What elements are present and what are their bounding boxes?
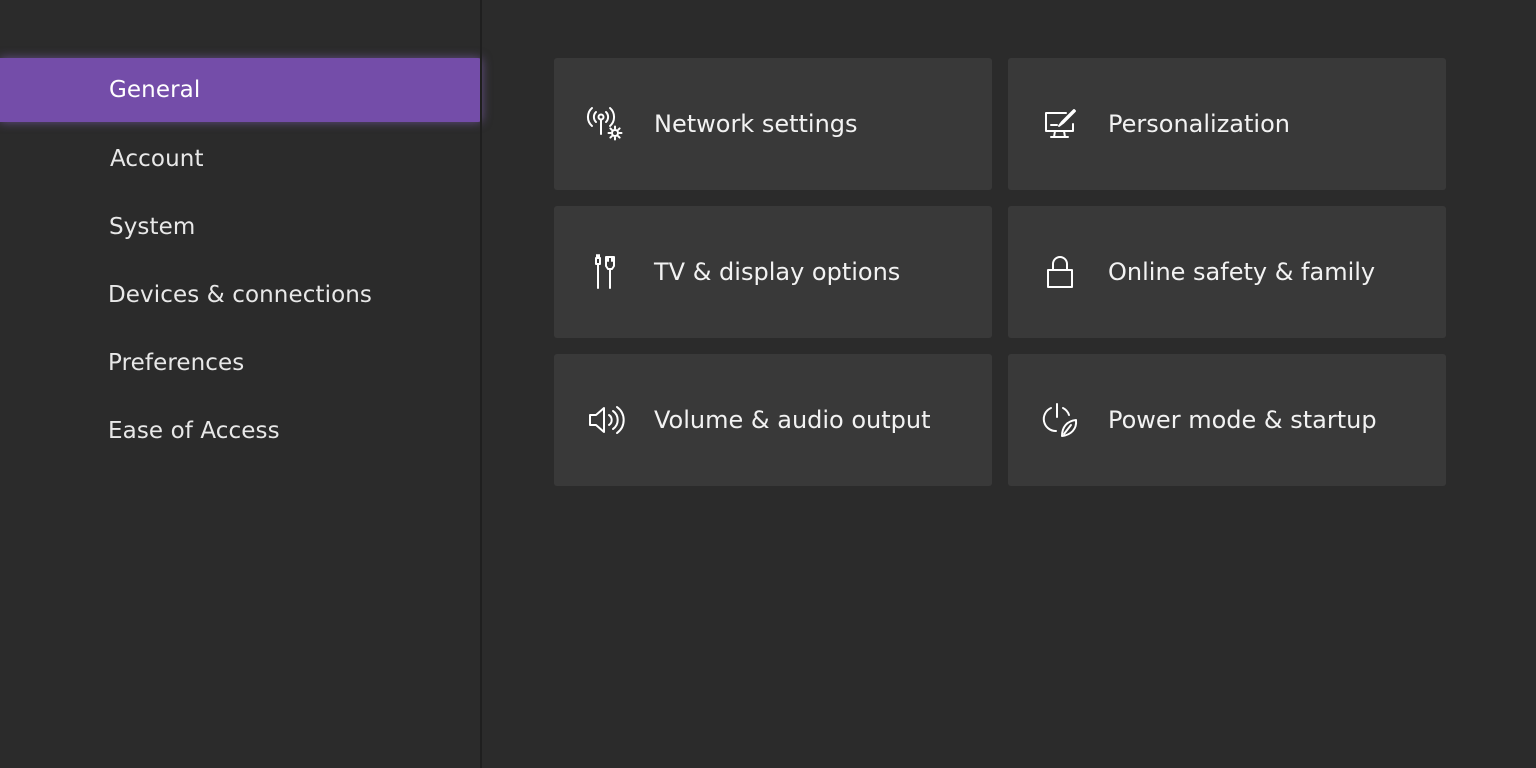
monitor-brush-icon xyxy=(1040,104,1080,144)
sidebar-item-preferences[interactable]: Preferences xyxy=(0,331,482,395)
tile-online-safety-family[interactable]: Online safety & family xyxy=(1008,206,1446,338)
tile-label: TV & display options xyxy=(654,258,901,286)
sidebar-item-devices-connections[interactable]: Devices & connections xyxy=(0,263,482,327)
tile-label: Network settings xyxy=(654,110,858,138)
tile-tv-display-options[interactable]: TV & display options xyxy=(554,206,992,338)
tile-label: Volume & audio output xyxy=(654,406,931,434)
sidebar-item-account[interactable]: Account xyxy=(0,127,482,191)
sidebar-item-label: Preferences xyxy=(108,350,245,376)
power-leaf-icon xyxy=(1040,400,1080,440)
sidebar-item-system[interactable]: System xyxy=(0,195,482,259)
tile-label: Online safety & family xyxy=(1108,258,1376,286)
sidebar-item-general[interactable]: General xyxy=(0,58,482,122)
tile-power-mode-startup[interactable]: Power mode & startup xyxy=(1008,354,1446,486)
lock-icon xyxy=(1040,252,1080,292)
hdmi-cable-icon xyxy=(586,252,626,292)
sidebar-item-label: Account xyxy=(110,146,204,172)
settings-screen: General Account System Devices & connect… xyxy=(0,0,1536,768)
tile-label: Personalization xyxy=(1108,110,1290,138)
sidebar-item-label: System xyxy=(109,214,196,240)
sidebar-item-ease-of-access[interactable]: Ease of Access xyxy=(0,399,482,463)
settings-sidebar: General Account System Devices & connect… xyxy=(0,0,482,768)
sidebar-divider xyxy=(480,0,482,768)
tile-volume-audio-output[interactable]: Volume & audio output xyxy=(554,354,992,486)
network-gear-icon xyxy=(586,104,626,144)
tile-label: Power mode & startup xyxy=(1108,406,1377,434)
speaker-icon xyxy=(586,400,626,440)
sidebar-item-label: Devices & connections xyxy=(108,282,373,308)
sidebar-item-label: General xyxy=(109,77,201,103)
tile-personalization[interactable]: Personalization xyxy=(1008,58,1446,190)
tile-network-settings[interactable]: Network settings xyxy=(554,58,992,190)
sidebar-item-label: Ease of Access xyxy=(108,418,280,444)
